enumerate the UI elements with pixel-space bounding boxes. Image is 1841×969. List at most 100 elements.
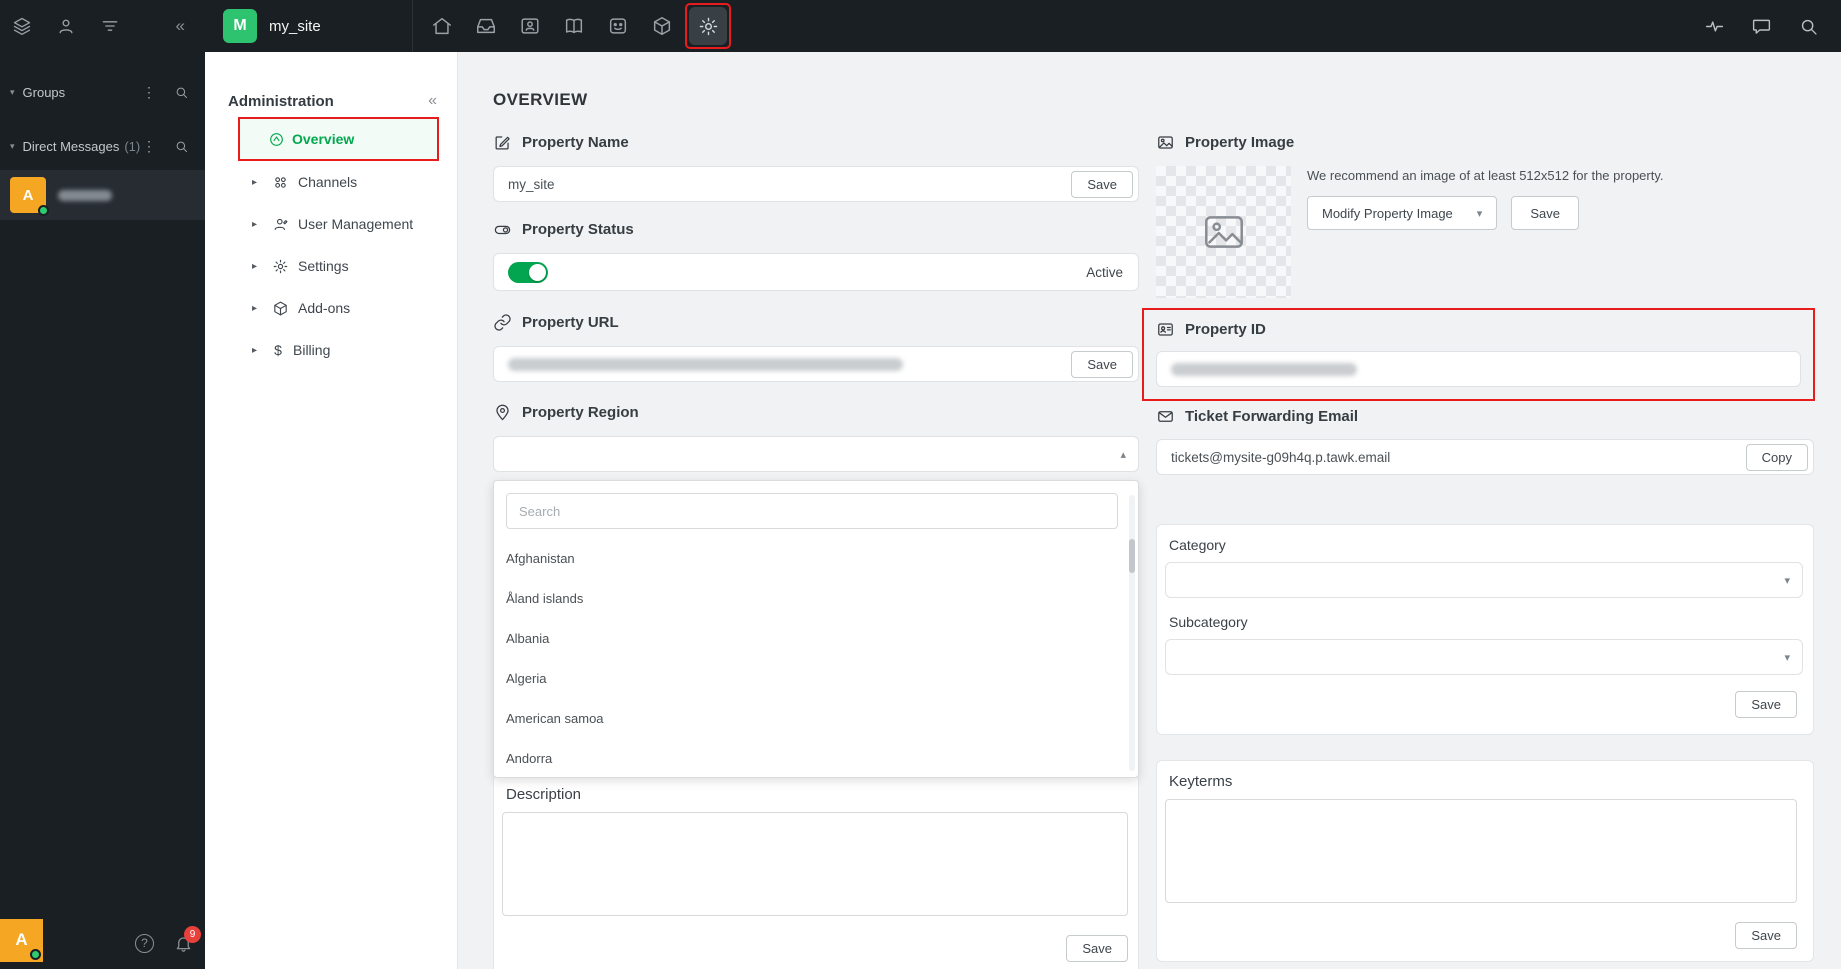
expand-caret-icon[interactable]: ▸ (252, 345, 264, 356)
knowledge-base-icon[interactable] (563, 15, 585, 37)
avatar: A (10, 177, 49, 216)
list-item[interactable]: Åland islands (498, 578, 1126, 618)
settings-icon (273, 259, 288, 273)
user-avatar[interactable]: A (0, 918, 43, 962)
apps-package-icon[interactable] (651, 15, 673, 37)
expand-caret-icon[interactable]: ▸ (252, 219, 264, 230)
image-icon (1158, 135, 1173, 149)
layers-icon[interactable] (12, 16, 32, 36)
region-search-input[interactable] (506, 493, 1118, 529)
online-status-dot (30, 948, 41, 960)
sidebar-item-overview[interactable]: Overview (238, 117, 439, 161)
home-icon[interactable] (431, 15, 453, 37)
property-image-section: We recommend an image of at least 512x51… (1156, 166, 1814, 298)
dm-conversation-item[interactable]: A (0, 170, 205, 220)
add-ons-icon (274, 301, 287, 315)
section-label: Property URL (522, 313, 619, 331)
chat-bubble-icon[interactable] (1751, 16, 1772, 37)
inbox-icon[interactable] (475, 15, 497, 37)
property-url-field: Save (493, 346, 1139, 382)
list-item[interactable]: Andorra (498, 738, 1126, 777)
activity-icon[interactable] (1704, 16, 1725, 37)
save-button[interactable]: Save (1071, 350, 1133, 378)
help-icon[interactable]: ? (135, 933, 154, 953)
notifications-button[interactable]: 9 (174, 925, 201, 953)
list-item[interactable]: Algeria (498, 658, 1126, 698)
page-title: OVERVIEW (493, 90, 588, 109)
groups-search-icon[interactable] (174, 85, 189, 100)
subcategory-select[interactable]: ▾ (1165, 639, 1803, 675)
copy-button[interactable]: Copy (1745, 443, 1808, 471)
category-select[interactable]: ▾ (1165, 562, 1803, 598)
property-region-select[interactable]: ▴ (493, 436, 1139, 472)
id-card-icon (1158, 322, 1173, 336)
caret-down-icon[interactable]: ▾ (10, 87, 15, 98)
chatbot-icon[interactable] (607, 15, 629, 37)
country-list: Afghanistan Åland islands Albania Algeri… (498, 538, 1126, 777)
groups-label: Groups (22, 84, 66, 100)
list-item[interactable]: Afghanistan (498, 538, 1126, 578)
save-button[interactable]: Save (1735, 922, 1797, 949)
save-button[interactable]: Save (1511, 196, 1579, 230)
main-content: OVERVIEW Property Name my_site Save Prop… (458, 52, 1841, 969)
expand-caret-icon[interactable]: ▸ (252, 177, 264, 188)
expand-caret-icon[interactable]: ▸ (252, 303, 264, 314)
list-item[interactable]: Albania (498, 618, 1126, 658)
sidebar-collapse-icon[interactable]: « (428, 92, 437, 110)
topbar: M my_site (205, 0, 1841, 52)
dm-kebab-icon[interactable]: ⋮ (142, 138, 156, 155)
region-dropdown-panel: Afghanistan Åland islands Albania Algeri… (493, 480, 1139, 778)
modify-property-image-dropdown[interactable]: Modify Property Image ▾ (1307, 196, 1498, 230)
save-button[interactable]: Save (1071, 170, 1133, 198)
image-hint-text: We recommend an image of at least 512x51… (1307, 168, 1664, 183)
settings-nav-button[interactable] (689, 7, 727, 45)
groups-kebab-icon[interactable]: ⋮ (142, 84, 156, 101)
billing-dollar-icon: $ (274, 342, 282, 358)
scrollbar-track[interactable] (1129, 495, 1135, 771)
avatar-letter: A (22, 186, 34, 204)
sidebar-item-settings[interactable]: ▸ Settings (205, 245, 457, 287)
redacted-url-value[interactable] (508, 357, 903, 371)
section-label: Ticket Forwarding Email (1185, 407, 1359, 425)
sidebar-item-user-management[interactable]: ▸ User Management (205, 203, 457, 245)
contacts-icon[interactable] (56, 16, 76, 36)
ticket-email-header: Ticket Forwarding Email (1156, 405, 1814, 427)
filter-icon[interactable] (100, 16, 120, 36)
direct-messages-row[interactable]: ▾ Direct Messages (1) ⋮ (0, 134, 205, 158)
rail-collapse-icon[interactable]: « (176, 16, 185, 36)
status-text: Active (1086, 264, 1123, 280)
avatar-letter: A (15, 930, 28, 949)
sidebar-item-billing[interactable]: ▸ $ Billing (205, 329, 457, 371)
online-status-dot (38, 205, 49, 216)
admin-sidebar: Administration « Overview ▸ Channels ▸ U… (205, 52, 458, 969)
status-toggle[interactable] (508, 261, 548, 283)
redacted-property-id[interactable] (1171, 362, 1357, 376)
groups-row[interactable]: ▾ Groups ⋮ (0, 80, 205, 104)
property-status-field: Active (493, 253, 1139, 291)
property-image-header: Property Image (1156, 131, 1814, 153)
caret-down-icon[interactable]: ▾ (10, 141, 15, 152)
description-textarea[interactable] (502, 812, 1128, 916)
save-button[interactable]: Save (1735, 691, 1797, 718)
image-placeholder (1156, 166, 1291, 298)
scrollbar-thumb[interactable] (1129, 539, 1135, 573)
dm-search-icon[interactable] (174, 139, 189, 154)
sidebar-item-add-ons[interactable]: ▸ Add-ons (205, 287, 457, 329)
redacted-dm-name (58, 189, 112, 201)
ticket-email-value[interactable]: tickets@mysite-g09h4q.p.tawk.email (1171, 450, 1390, 465)
section-label: Property ID (1185, 320, 1266, 338)
list-item[interactable]: American samoa (498, 698, 1126, 738)
expand-caret-icon[interactable]: ▸ (252, 261, 264, 272)
photo-placeholder-icon (1204, 216, 1243, 248)
search-icon[interactable] (1798, 16, 1819, 37)
property-name-value[interactable]: my_site (508, 177, 555, 192)
description-card: Description Save (493, 778, 1139, 969)
property-brand[interactable]: M my_site (205, 0, 413, 52)
contacts-card-icon[interactable] (519, 15, 541, 37)
sidebar-item-channels[interactable]: ▸ Channels (205, 161, 457, 203)
keyterms-textarea[interactable] (1165, 799, 1797, 903)
save-button[interactable]: Save (1066, 935, 1128, 962)
category-card: Category ▾ Subcategory ▾ Save (1156, 524, 1814, 735)
property-region-header: Property Region (493, 401, 1139, 423)
edit-icon (495, 135, 510, 149)
